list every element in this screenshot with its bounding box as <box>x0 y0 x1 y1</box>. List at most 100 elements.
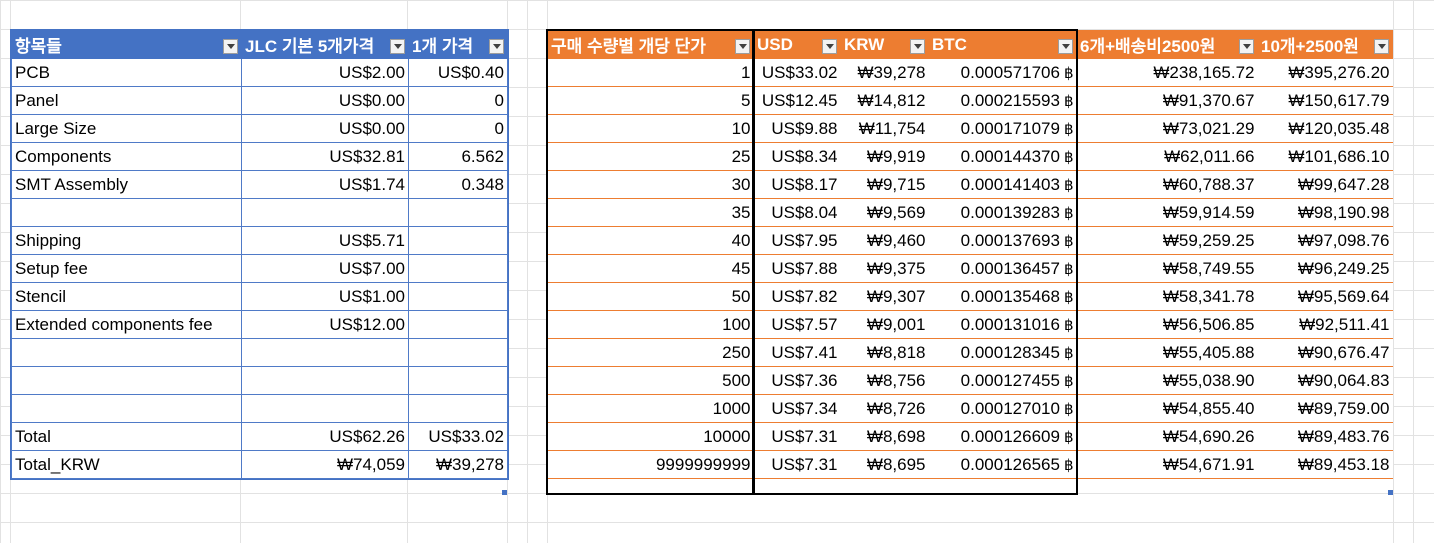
table-cell[interactable]: 0 <box>408 86 508 115</box>
table-cell[interactable]: ₩99,647.28 <box>1257 170 1393 199</box>
table-cell[interactable]: ₩62,011.66 <box>1076 142 1258 171</box>
table-cell[interactable] <box>408 282 508 311</box>
table-cell[interactable]: US$7.36 <box>753 366 841 395</box>
table-cell[interactable]: ₩8,756 <box>840 366 929 395</box>
table-cell[interactable] <box>408 310 508 339</box>
table-cell[interactable]: ₩59,259.25 <box>1076 226 1258 255</box>
table-cell[interactable]: 30 <box>547 170 754 199</box>
table-cell[interactable]: ₩90,064.83 <box>1257 366 1393 395</box>
table-cell[interactable]: US$7.88 <box>753 254 841 283</box>
table-cell[interactable]: US$33.02 <box>753 58 841 87</box>
table-cell[interactable]: 100 <box>547 310 754 339</box>
table-cell[interactable]: US$1.74 <box>241 170 409 199</box>
column-header-10pcs-shipping[interactable]: 10개+2500원 <box>1257 30 1393 59</box>
table-cell[interactable]: ₩54,855.40 <box>1076 394 1258 423</box>
table-cell[interactable]: US$7.95 <box>753 226 841 255</box>
table-cell[interactable]: ₩8,698 <box>840 422 929 451</box>
table-cell[interactable]: ₩8,695 <box>840 450 929 479</box>
column-header-quantity[interactable]: 구매 수량별 개당 단가 <box>547 30 754 59</box>
table-resize-handle[interactable] <box>1388 490 1393 495</box>
table-cell[interactable]: ₩55,038.90 <box>1076 366 1258 395</box>
table-cell[interactable]: PCB <box>11 58 242 87</box>
table-cell[interactable] <box>241 198 409 227</box>
table-cell[interactable]: 10 <box>547 114 754 143</box>
table-cell[interactable]: Stencil <box>11 282 242 311</box>
table-cell[interactable]: 0.000137693 ฿ <box>928 226 1077 255</box>
table-cell[interactable] <box>11 394 242 423</box>
table-cell[interactable]: 250 <box>547 338 754 367</box>
table-cell[interactable]: US$7.31 <box>753 422 841 451</box>
table-cell[interactable]: ₩55,405.88 <box>1076 338 1258 367</box>
table-cell[interactable] <box>241 394 409 423</box>
table-cell[interactable]: ₩74,059 <box>241 450 409 479</box>
table-cell[interactable]: ₩9,919 <box>840 142 929 171</box>
table-cell[interactable]: US$7.41 <box>753 338 841 367</box>
table-cell[interactable]: US$7.31 <box>753 450 841 479</box>
filter-dropdown-icon[interactable] <box>735 39 750 54</box>
table-cell[interactable]: 0.000127010 ฿ <box>928 394 1077 423</box>
table-cell[interactable]: 0.348 <box>408 170 508 199</box>
table-cell[interactable] <box>241 366 409 395</box>
table-cell[interactable]: Shipping <box>11 226 242 255</box>
table-cell[interactable]: Setup fee <box>11 254 242 283</box>
table-cell[interactable]: ₩39,278 <box>840 58 929 87</box>
table-cell[interactable]: Total_KRW <box>11 450 242 479</box>
filter-dropdown-icon[interactable] <box>390 39 405 54</box>
table-cell[interactable]: 35 <box>547 198 754 227</box>
table-cell[interactable]: 0.000128345 ฿ <box>928 338 1077 367</box>
table-cell[interactable]: 0 <box>408 114 508 143</box>
table-cell[interactable]: ₩56,506.85 <box>1076 310 1258 339</box>
filter-dropdown-icon[interactable] <box>1374 39 1389 54</box>
column-header-krw[interactable]: KRW <box>840 30 929 59</box>
table-cell[interactable]: ₩9,460 <box>840 226 929 255</box>
filter-dropdown-icon[interactable] <box>1239 39 1254 54</box>
table-cell[interactable]: 0.000171079 ฿ <box>928 114 1077 143</box>
table-cell[interactable]: 0.000135468 ฿ <box>928 282 1077 311</box>
table-cell[interactable]: ₩89,759.00 <box>1257 394 1393 423</box>
table-cell[interactable]: ₩9,001 <box>840 310 929 339</box>
table-cell[interactable]: US$7.00 <box>241 254 409 283</box>
table-cell[interactable]: ₩97,098.76 <box>1257 226 1393 255</box>
table-cell[interactable]: Components <box>11 142 242 171</box>
column-header-btc[interactable]: BTC <box>928 30 1077 59</box>
table-cell[interactable]: ₩238,165.72 <box>1076 58 1258 87</box>
table-cell[interactable]: ₩92,511.41 <box>1257 310 1393 339</box>
table-cell[interactable] <box>11 366 242 395</box>
filter-dropdown-icon[interactable] <box>1058 39 1073 54</box>
table-cell[interactable]: ₩96,249.25 <box>1257 254 1393 283</box>
table-cell[interactable]: US$8.17 <box>753 170 841 199</box>
table-cell[interactable]: US$0.40 <box>408 58 508 87</box>
table-cell[interactable]: 5 <box>547 86 754 115</box>
table-cell[interactable]: ₩58,341.78 <box>1076 282 1258 311</box>
table-cell[interactable]: 25 <box>547 142 754 171</box>
table-resize-handle[interactable] <box>502 490 507 495</box>
table-cell[interactable] <box>408 254 508 283</box>
table-cell[interactable]: US$0.00 <box>241 86 409 115</box>
table-cell[interactable]: US$33.02 <box>408 422 508 451</box>
table-cell[interactable] <box>408 366 508 395</box>
table-cell[interactable]: ₩9,715 <box>840 170 929 199</box>
table-cell[interactable] <box>408 394 508 423</box>
table-cell[interactable]: US$1.00 <box>241 282 409 311</box>
table-cell[interactable]: US$62.26 <box>241 422 409 451</box>
table-cell[interactable]: ₩101,686.10 <box>1257 142 1393 171</box>
table-cell[interactable]: ₩89,453.18 <box>1257 450 1393 479</box>
table-cell[interactable]: ₩150,617.79 <box>1257 86 1393 115</box>
table-cell[interactable]: US$7.82 <box>753 282 841 311</box>
table-cell[interactable]: ₩91,370.67 <box>1076 86 1258 115</box>
table-cell[interactable]: US$9.88 <box>753 114 841 143</box>
table-cell[interactable]: ₩395,276.20 <box>1257 58 1393 87</box>
table-cell[interactable]: ₩58,749.55 <box>1076 254 1258 283</box>
table-cell[interactable]: 0.000126565 ฿ <box>928 450 1077 479</box>
table-cell[interactable]: US$32.81 <box>241 142 409 171</box>
table-cell[interactable]: US$8.34 <box>753 142 841 171</box>
table-cell[interactable] <box>408 198 508 227</box>
table-cell[interactable]: ₩39,278 <box>408 450 508 479</box>
table-cell[interactable] <box>11 198 242 227</box>
table-cell[interactable]: ₩95,569.64 <box>1257 282 1393 311</box>
table-cell[interactable]: Large Size <box>11 114 242 143</box>
table-cell[interactable]: US$7.57 <box>753 310 841 339</box>
table-cell[interactable]: 0.000136457 ฿ <box>928 254 1077 283</box>
table-cell[interactable]: ₩98,190.98 <box>1257 198 1393 227</box>
table-cell[interactable]: US$8.04 <box>753 198 841 227</box>
